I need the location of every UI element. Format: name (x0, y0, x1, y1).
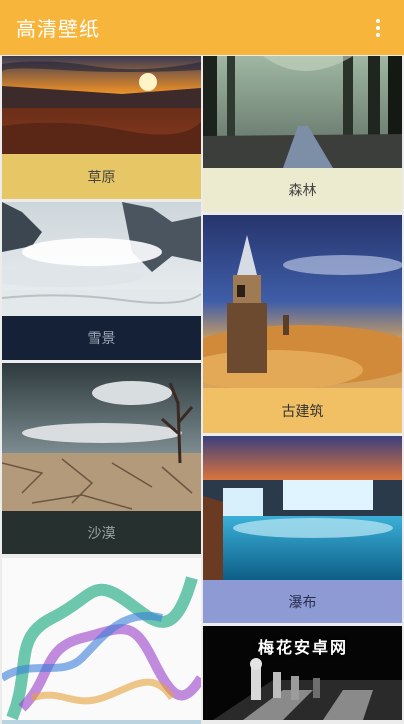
ancient-image (203, 215, 402, 388)
waterfall-label: 瀑布 (203, 580, 402, 623)
more-options-icon[interactable] (366, 13, 390, 43)
desert-label: 沙漠 (2, 511, 201, 554)
forest-label: 森林 (203, 168, 402, 212)
app-title: 高清壁纸 (16, 17, 100, 41)
card-snow[interactable]: 雪景 (2, 202, 201, 360)
grassland-image (2, 56, 201, 154)
app-bar: 高清壁纸 (0, 0, 404, 55)
ancient-label: 古建筑 (203, 388, 402, 433)
forest-image (203, 56, 402, 168)
card-grassland[interactable]: 草原 (2, 56, 201, 199)
card-forest[interactable]: 森林 (203, 56, 402, 212)
snow-label: 雪景 (2, 316, 201, 360)
snow-image (2, 202, 201, 316)
grassland-label: 草原 (2, 154, 201, 199)
waterfall-image (203, 436, 402, 580)
card-desert[interactable]: 沙漠 (2, 363, 201, 554)
card-smoke[interactable] (2, 558, 201, 720)
smoke-image (2, 558, 201, 720)
card-waterfall[interactable]: 瀑布 (203, 436, 402, 623)
watermark-text: 梅花安卓网 (258, 638, 349, 657)
smoke-label-strip (2, 720, 201, 724)
desert-image (2, 363, 201, 511)
card-ancient[interactable]: 古建筑 (203, 215, 402, 433)
